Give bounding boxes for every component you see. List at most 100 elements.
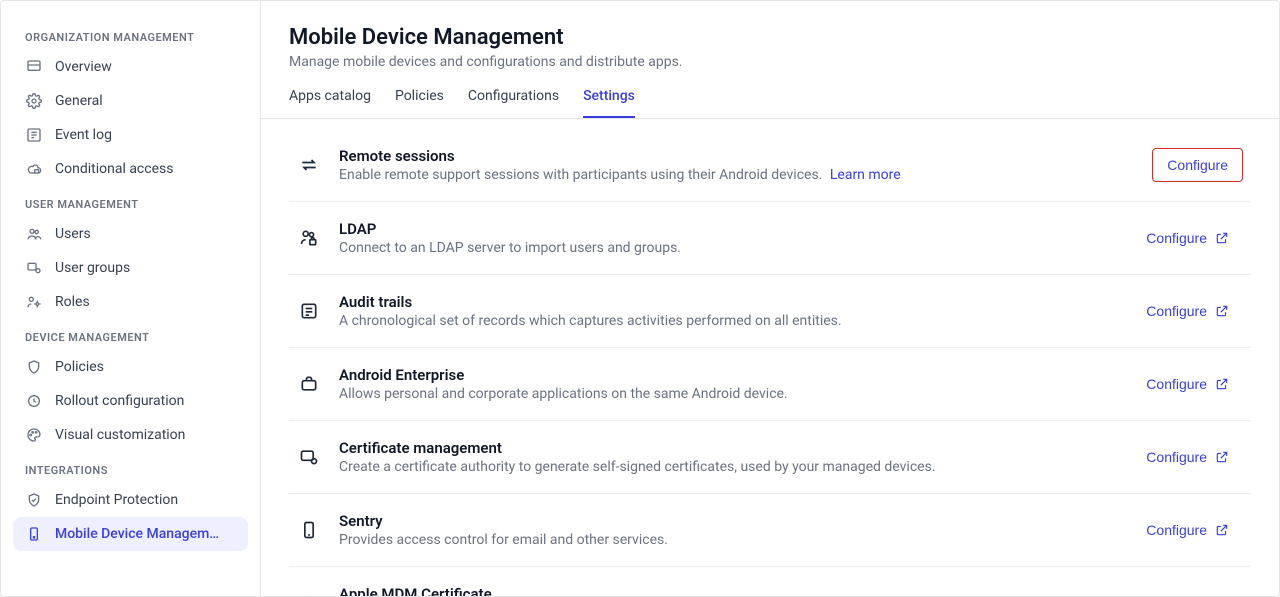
nav-label: Endpoint Protection bbox=[55, 492, 178, 508]
tabs: Apps catalog Policies Configurations Set… bbox=[261, 70, 1279, 119]
nav-endpoint-protection[interactable]: Endpoint Protection bbox=[13, 483, 248, 517]
nav-user-groups[interactable]: User groups bbox=[13, 251, 248, 285]
section-label-device: DEVICE MANAGEMENT bbox=[13, 319, 248, 350]
rollout-icon bbox=[25, 392, 43, 410]
button-label: Configure bbox=[1146, 376, 1207, 392]
setting-title: Apple MDM Certificate bbox=[339, 585, 1114, 596]
setting-sentry: Sentry Provides access control for email… bbox=[289, 494, 1251, 567]
page-subtitle: Manage mobile devices and configurations… bbox=[289, 54, 1251, 70]
palette-icon bbox=[25, 426, 43, 444]
sidebar-section: INTEGRATIONS Endpoint Protection Mobile … bbox=[13, 452, 248, 551]
mdm-icon bbox=[25, 525, 43, 543]
nav-label: Mobile Device Managem… bbox=[55, 526, 219, 542]
configure-button-ldap[interactable]: Configure bbox=[1132, 222, 1243, 254]
setting-remote-sessions: Remote sessions Enable remote support se… bbox=[289, 129, 1251, 202]
external-link-icon bbox=[1215, 304, 1229, 318]
nav-policies[interactable]: Policies bbox=[13, 350, 248, 384]
nav-overview[interactable]: Overview bbox=[13, 50, 248, 84]
nav-label: Rollout configuration bbox=[55, 393, 184, 409]
configure-button-audit[interactable]: Configure bbox=[1132, 295, 1243, 327]
external-link-icon bbox=[1215, 377, 1229, 391]
setting-desc: Create a certificate authority to genera… bbox=[339, 459, 1114, 475]
cert-icon bbox=[297, 445, 321, 469]
nav-roles[interactable]: Roles bbox=[13, 285, 248, 319]
nav-general[interactable]: General bbox=[13, 84, 248, 118]
setting-title: Android Enterprise bbox=[339, 366, 1114, 384]
external-link-icon bbox=[1215, 523, 1229, 537]
settings-list: Remote sessions Enable remote support se… bbox=[261, 119, 1279, 596]
audit-icon bbox=[297, 299, 321, 323]
setting-desc: Provides access control for email and ot… bbox=[339, 532, 1114, 548]
phone-icon bbox=[297, 518, 321, 542]
apple-icon bbox=[297, 591, 321, 596]
setting-body: Apple MDM Certificate Apple requires you… bbox=[339, 585, 1114, 596]
nav-label: Roles bbox=[55, 294, 90, 310]
setting-android-enterprise: Android Enterprise Allows personal and c… bbox=[289, 348, 1251, 421]
nav-rollout-config[interactable]: Rollout configuration bbox=[13, 384, 248, 418]
setting-body: Android Enterprise Allows personal and c… bbox=[339, 366, 1114, 402]
setting-desc-text: Enable remote support sessions with part… bbox=[339, 167, 822, 183]
nav-label: Overview bbox=[55, 59, 112, 75]
setting-desc: Connect to an LDAP server to import user… bbox=[339, 240, 1114, 256]
setting-desc: Allows personal and corporate applicatio… bbox=[339, 386, 1114, 402]
button-label: Configure bbox=[1146, 595, 1207, 596]
tab-apps-catalog[interactable]: Apps catalog bbox=[289, 88, 371, 118]
tab-policies[interactable]: Policies bbox=[395, 88, 444, 118]
section-label-integrations: INTEGRATIONS bbox=[13, 452, 248, 483]
users-icon bbox=[25, 225, 43, 243]
nav-users[interactable]: Users bbox=[13, 217, 248, 251]
briefcase-icon bbox=[297, 372, 321, 396]
setting-desc: Enable remote support sessions with part… bbox=[339, 167, 1134, 183]
setting-body: Sentry Provides access control for email… bbox=[339, 512, 1114, 548]
nav-mobile-device-management[interactable]: Mobile Device Managem… bbox=[13, 517, 248, 551]
configure-button-android[interactable]: Configure bbox=[1132, 368, 1243, 400]
tab-settings[interactable]: Settings bbox=[583, 88, 635, 118]
user-group-icon bbox=[25, 259, 43, 277]
button-label: Configure bbox=[1146, 449, 1207, 465]
button-label: Configure bbox=[1146, 230, 1207, 246]
button-label: Configure bbox=[1146, 303, 1207, 319]
nav-conditional-access[interactable]: Conditional access bbox=[13, 152, 248, 186]
setting-body: Remote sessions Enable remote support se… bbox=[339, 147, 1134, 183]
setting-apple-mdm: Apple MDM Certificate Apple requires you… bbox=[289, 567, 1251, 596]
setting-title: Remote sessions bbox=[339, 147, 1134, 165]
nav-label: User groups bbox=[55, 260, 130, 276]
setting-desc: A chronological set of records which cap… bbox=[339, 313, 1114, 329]
nav-label: Event log bbox=[55, 127, 112, 143]
external-link-icon bbox=[1215, 450, 1229, 464]
sidebar: ORGANIZATION MANAGEMENT Overview General… bbox=[1, 1, 261, 596]
configure-button-remote-sessions[interactable]: Configure bbox=[1152, 148, 1243, 182]
configure-button-apple[interactable]: Configure bbox=[1132, 587, 1243, 596]
ldap-icon bbox=[297, 226, 321, 250]
setting-title: Sentry bbox=[339, 512, 1114, 530]
nav-label: General bbox=[55, 93, 103, 109]
page-header: Mobile Device Management Manage mobile d… bbox=[261, 1, 1279, 70]
setting-body: Certificate management Create a certific… bbox=[339, 439, 1114, 475]
button-label: Configure bbox=[1167, 157, 1228, 173]
cloud-lock-icon bbox=[25, 160, 43, 178]
setting-certificate-management: Certificate management Create a certific… bbox=[289, 421, 1251, 494]
list-icon bbox=[25, 126, 43, 144]
setting-title: Certificate management bbox=[339, 439, 1114, 457]
dashboard-icon bbox=[25, 58, 43, 76]
configure-button-sentry[interactable]: Configure bbox=[1132, 514, 1243, 546]
sidebar-section: DEVICE MANAGEMENT Policies Rollout confi… bbox=[13, 319, 248, 452]
nav-event-log[interactable]: Event log bbox=[13, 118, 248, 152]
setting-title: Audit trails bbox=[339, 293, 1114, 311]
section-label-org: ORGANIZATION MANAGEMENT bbox=[13, 19, 248, 50]
gear-icon bbox=[25, 92, 43, 110]
nav-label: Visual customization bbox=[55, 427, 185, 443]
tab-configurations[interactable]: Configurations bbox=[468, 88, 559, 118]
learn-more-link[interactable]: Learn more bbox=[830, 167, 901, 183]
configure-button-cert[interactable]: Configure bbox=[1132, 441, 1243, 473]
setting-ldap: LDAP Connect to an LDAP server to import… bbox=[289, 202, 1251, 275]
sidebar-section: USER MANAGEMENT Users User groups Roles bbox=[13, 186, 248, 319]
setting-audit-trails: Audit trails A chronological set of reco… bbox=[289, 275, 1251, 348]
external-link-icon bbox=[1215, 231, 1229, 245]
app-window: ORGANIZATION MANAGEMENT Overview General… bbox=[0, 0, 1280, 597]
nav-label: Policies bbox=[55, 359, 104, 375]
nav-visual-customization[interactable]: Visual customization bbox=[13, 418, 248, 452]
nav-label: Conditional access bbox=[55, 161, 173, 177]
shield-check-icon bbox=[25, 491, 43, 509]
nav-label: Users bbox=[55, 226, 91, 242]
